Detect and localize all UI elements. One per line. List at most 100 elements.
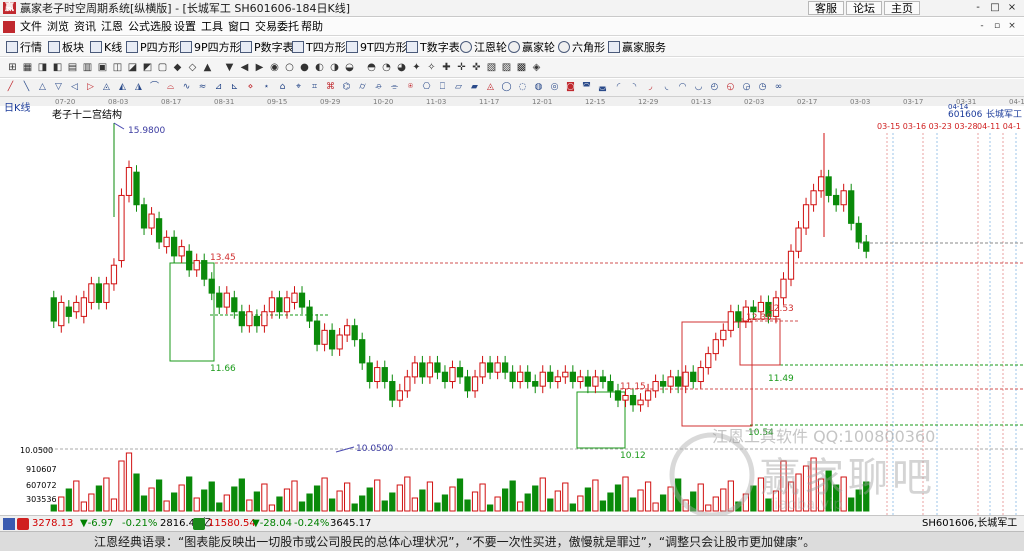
menu-file[interactable]: 文件	[20, 20, 42, 34]
candle-body[interactable]	[486, 362, 494, 373]
toolbar-sectors-button[interactable]: 板块	[48, 40, 84, 54]
toolbar-p-table-button[interactable]: P数字表	[240, 40, 294, 54]
minimize-button[interactable]: -	[970, 1, 986, 15]
candle-body[interactable]	[381, 367, 388, 383]
indicator-tool-2-icon[interactable]: △	[36, 81, 49, 94]
draw-tool-31-icon[interactable]: ▧	[485, 61, 498, 74]
candle-body[interactable]	[50, 297, 57, 322]
candle-body[interactable]	[471, 376, 479, 392]
candle-body[interactable]	[389, 381, 396, 401]
candle-body[interactable]	[659, 381, 667, 387]
draw-tool-27-icon[interactable]: ✧	[425, 61, 438, 74]
toolbar-9p-square-button[interactable]: 9P四方形	[180, 40, 241, 54]
candle-body[interactable]	[163, 236, 170, 248]
draw-tool-0-icon[interactable]: ⊞	[6, 61, 19, 74]
candle-body[interactable]	[547, 371, 554, 383]
menu-gann[interactable]: 江恩	[101, 20, 123, 34]
candle-body[interactable]	[787, 250, 795, 280]
candle-body[interactable]	[456, 367, 464, 378]
indicator-tool-1-icon[interactable]: ╲	[20, 81, 33, 94]
close-button[interactable]: ×	[1004, 1, 1020, 15]
draw-tool-2-icon[interactable]: ◨	[36, 61, 49, 74]
draw-tool-32-icon[interactable]: ▨	[500, 61, 513, 74]
candle-body[interactable]	[524, 371, 531, 383]
indicator-tool-27-icon[interactable]: ⎕	[436, 81, 449, 94]
draw-tool-14-icon[interactable]: ▼	[223, 61, 236, 74]
candle-body[interactable]	[321, 329, 328, 345]
candle-body[interactable]	[569, 371, 576, 383]
candle-body[interactable]	[675, 376, 682, 387]
indicator-tool-11-icon[interactable]: ∿	[180, 81, 193, 94]
indicator-tool-46-icon[interactable]: ◶	[740, 81, 753, 94]
draw-tool-13-icon[interactable]: ▲	[201, 61, 214, 74]
toolbar-hexagon-button[interactable]: 六角形	[558, 40, 605, 54]
candle-body[interactable]	[170, 236, 178, 257]
candle-body[interactable]	[517, 371, 524, 383]
home-link[interactable]: 主页	[884, 1, 920, 15]
candle-body[interactable]	[607, 381, 614, 392]
candle-body[interactable]	[614, 390, 622, 401]
menu-tools[interactable]: 工具	[201, 20, 223, 34]
draw-tool-7-icon[interactable]: ◫	[111, 61, 124, 74]
candle-body[interactable]	[863, 241, 870, 252]
candle-body[interactable]	[494, 362, 501, 373]
candle-body[interactable]	[344, 325, 351, 336]
candle-body[interactable]	[351, 325, 358, 341]
draw-tool-22-icon[interactable]: ◒	[343, 61, 356, 74]
indicator-tool-47-icon[interactable]: ◷	[756, 81, 769, 94]
candle-body[interactable]	[80, 297, 87, 317]
menu-settings[interactable]: 设置	[174, 20, 196, 34]
indicator-tool-3-icon[interactable]: ▽	[52, 81, 65, 94]
indicator-tool-44-icon[interactable]: ◴	[708, 81, 721, 94]
candle-body[interactable]	[268, 297, 276, 313]
indicator-tool-42-icon[interactable]: ◠	[676, 81, 689, 94]
draw-tool-16-icon[interactable]: ▶	[253, 61, 266, 74]
candle-body[interactable]	[88, 283, 95, 303]
menu-info[interactable]: 资讯	[74, 20, 96, 34]
indicator-tool-32-icon[interactable]: ◌	[516, 81, 529, 94]
indicator-tool-20-icon[interactable]: ⌘	[324, 81, 337, 94]
candle-body[interactable]	[366, 362, 373, 383]
draw-tool-29-icon[interactable]: ✛	[455, 61, 468, 74]
candle-body[interactable]	[780, 278, 787, 299]
toolbar-9t-square-button[interactable]: 9T四方形	[346, 40, 407, 54]
candle-body[interactable]	[554, 376, 561, 383]
candle-body[interactable]	[690, 371, 697, 383]
candle-body[interactable]	[261, 311, 268, 327]
candle-body[interactable]	[735, 311, 742, 322]
draw-tool-23-icon[interactable]: ◓	[365, 61, 378, 74]
candle-body[interactable]	[848, 190, 855, 224]
candle-body[interactable]	[73, 301, 80, 313]
indicator-tool-8-icon[interactable]: ◮	[132, 81, 145, 94]
draw-tool-12-icon[interactable]: ◇	[186, 61, 199, 74]
indicator-tool-38-icon[interactable]: ◜	[612, 81, 625, 94]
candle-body[interactable]	[125, 167, 133, 196]
candle-body[interactable]	[253, 315, 261, 327]
draw-tool-33-icon[interactable]: ▩	[515, 61, 528, 74]
indicator-tool-18-icon[interactable]: ⌖	[292, 81, 305, 94]
indicator-tool-41-icon[interactable]: ◟	[660, 81, 673, 94]
toolbar-t-table-button[interactable]: T数字表	[406, 40, 460, 54]
menu-trade[interactable]: 交易委托	[255, 20, 299, 34]
candle-body[interactable]	[426, 362, 434, 378]
indicator-tool-48-icon[interactable]: ∞	[772, 81, 785, 94]
draw-tool-28-icon[interactable]: ✚	[440, 61, 453, 74]
draw-tool-19-icon[interactable]: ●	[298, 61, 311, 74]
draw-tool-6-icon[interactable]: ▣	[96, 61, 109, 74]
candle-body[interactable]	[65, 306, 72, 317]
chart-mode-icon[interactable]	[3, 518, 15, 530]
toolbar-winner-wheel-button[interactable]: 赢家轮	[508, 40, 555, 54]
indicator-tool-40-icon[interactable]: ◞	[644, 81, 657, 94]
indicator-tool-43-icon[interactable]: ◡	[692, 81, 705, 94]
indicator-tool-37-icon[interactable]: ◛	[596, 81, 609, 94]
candle-body[interactable]	[118, 194, 125, 262]
draw-tool-5-icon[interactable]: ▥	[81, 61, 94, 74]
toolbar-gann-wheel-button[interactable]: 江恩轮	[460, 40, 507, 54]
candle-body[interactable]	[539, 371, 546, 387]
candle-body[interactable]	[178, 246, 185, 257]
candle-body[interactable]	[817, 176, 825, 192]
candle-body[interactable]	[246, 311, 253, 327]
candle-body[interactable]	[479, 362, 486, 378]
candle-body[interactable]	[441, 371, 449, 383]
candle-body[interactable]	[622, 394, 629, 401]
